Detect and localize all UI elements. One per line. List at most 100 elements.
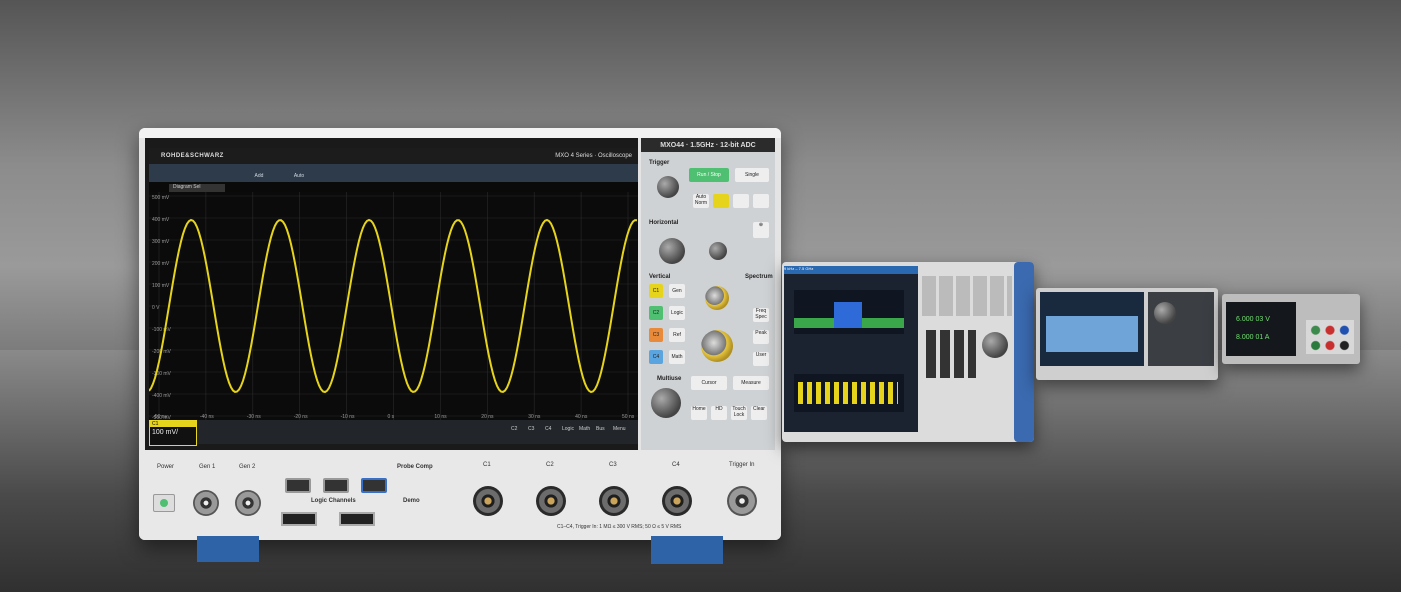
generator-screen bbox=[1040, 292, 1144, 366]
input-label-c1: C1 bbox=[483, 462, 491, 468]
cursor-button[interactable]: Cursor bbox=[691, 376, 727, 390]
scope-toolbar: UndoRedoHelpRecallAnnotateAdd SpectrumDe… bbox=[149, 164, 638, 203]
toolbar-add-spectrum[interactable]: Add Spectrum bbox=[249, 164, 270, 203]
trigger-in-connector[interactable] bbox=[727, 486, 757, 516]
spectrum-analyzer: 9 kHz – 7.5 GHz bbox=[782, 262, 1034, 442]
right-button-freq-spec[interactable]: Freq Spec bbox=[753, 308, 769, 322]
gen1-label: Gen 1 bbox=[199, 464, 216, 470]
control-panel: MXO44 · 1.5GHz · 12-bit ADC Trigger Run … bbox=[641, 138, 775, 450]
vertical-position-knob[interactable] bbox=[705, 286, 729, 310]
power-icon bbox=[160, 499, 168, 507]
bottom-button-touch-lock[interactable]: Touch Lock bbox=[731, 406, 747, 420]
power-button[interactable] bbox=[153, 494, 175, 512]
input-label-c2: C2 bbox=[546, 462, 554, 468]
source-button[interactable] bbox=[713, 194, 729, 208]
trigger-level-knob[interactable] bbox=[657, 176, 679, 198]
gen1-connector[interactable] bbox=[193, 490, 219, 516]
channel-button-c3[interactable]: C3 bbox=[649, 328, 663, 342]
y-tick-label: 0 V bbox=[152, 305, 160, 311]
generator-diagram bbox=[1046, 316, 1138, 352]
multiuse-knob[interactable] bbox=[651, 388, 681, 418]
generator-knob[interactable] bbox=[1154, 302, 1176, 324]
status-c4[interactable]: C4 bbox=[545, 426, 551, 432]
spectrum-title: Spectrum bbox=[745, 274, 773, 280]
slope-button[interactable] bbox=[733, 194, 749, 208]
psu-voltage: 6.000 03 V bbox=[1236, 316, 1270, 323]
logic-port-2[interactable] bbox=[339, 512, 375, 526]
usb-port-1[interactable] bbox=[285, 478, 311, 493]
status-logic[interactable]: Logic bbox=[562, 426, 574, 432]
gen2-connector[interactable] bbox=[235, 490, 261, 516]
scope-statusbar: C2 C3 C4 Logic Math Bus Menu bbox=[149, 420, 638, 444]
power-label: Power bbox=[157, 464, 175, 470]
right-button-peak[interactable]: Peak bbox=[753, 330, 769, 344]
bottom-button-hd[interactable]: HD bbox=[711, 406, 727, 420]
usb-port-3[interactable] bbox=[361, 478, 387, 493]
input-connector-c2[interactable] bbox=[536, 486, 566, 516]
psu-screen: 6.000 03 V 8.000 01 A bbox=[1226, 302, 1296, 356]
single-button[interactable]: Single bbox=[735, 168, 769, 182]
analyzer-key-grid[interactable] bbox=[922, 276, 1012, 316]
bottom-button-home[interactable]: Home bbox=[691, 406, 707, 420]
psu-terminals[interactable] bbox=[1306, 320, 1354, 354]
analyzer-keypad[interactable] bbox=[926, 330, 976, 378]
y-tick-label: 300 mV bbox=[152, 239, 170, 245]
horizontal-position-knob[interactable] bbox=[709, 242, 727, 260]
auto-norm-button[interactable]: Auto Norm bbox=[693, 194, 709, 208]
demo-label: Demo bbox=[403, 498, 420, 504]
status-math[interactable]: Math bbox=[579, 426, 590, 432]
oscilloscope: ROHDE&SCHWARZ MXO 4 Series · Oscilloscop… bbox=[139, 128, 781, 564]
side-button-gen[interactable]: Gen bbox=[669, 284, 685, 298]
model-bar: MXO44 · 1.5GHz · 12-bit ADC bbox=[641, 138, 775, 152]
y-tick-label: 200 mV bbox=[152, 261, 170, 267]
waveform-diagram[interactable]: 500 mV 400 mV 300 mV 200 mV 100 mV 0 V -100 mV… bbox=[148, 192, 638, 421]
zoom-button[interactable]: ⊕ bbox=[753, 222, 769, 238]
channel-button-c2[interactable]: C2 bbox=[649, 306, 663, 320]
measure-button[interactable]: Measure bbox=[733, 376, 769, 390]
vertical-scale-knob[interactable] bbox=[701, 330, 733, 362]
channel-button-c1[interactable]: C1 bbox=[649, 284, 663, 298]
power-supply: 6.000 03 V 8.000 01 A bbox=[1222, 294, 1360, 364]
channel-scale: 100 mV/ bbox=[152, 429, 179, 436]
analyzer-time-view bbox=[794, 374, 904, 412]
status-c3[interactable]: C3 bbox=[528, 426, 534, 432]
analyzer-readout: 9 kHz – 7.5 GHz bbox=[784, 266, 918, 274]
input-label-c4: C4 bbox=[672, 462, 680, 468]
zone-button[interactable] bbox=[753, 194, 769, 208]
run-stop-button[interactable]: Run / Stop bbox=[689, 168, 729, 182]
bottom-button-clear[interactable]: Clear bbox=[751, 406, 767, 420]
input-connector-c1[interactable] bbox=[473, 486, 503, 516]
analyzer-handle bbox=[1014, 262, 1034, 442]
front-panel: Power Gen 1 Gen 2 Logic Channels Probe C… bbox=[139, 450, 781, 540]
y-tick-label: 100 mV bbox=[152, 283, 170, 289]
horizontal-scale-knob[interactable] bbox=[659, 238, 685, 264]
input-connector-c3[interactable] bbox=[599, 486, 629, 516]
scope-screen[interactable]: ROHDE&SCHWARZ MXO 4 Series · Oscilloscop… bbox=[148, 148, 638, 446]
spectrum-peak bbox=[834, 302, 862, 328]
diagram-tab[interactable]: Diagram Sel bbox=[169, 184, 225, 192]
side-button-math[interactable]: Math bbox=[669, 350, 685, 364]
status-bus[interactable]: Bus bbox=[596, 426, 605, 432]
side-button-logic[interactable]: Logic bbox=[669, 306, 685, 320]
horizontal-title: Horizontal bbox=[649, 220, 679, 226]
side-button-ref[interactable]: Ref bbox=[669, 328, 685, 342]
waveform-svg: 500 mV 400 mV 300 mV 200 mV 100 mV 0 V -100 mV… bbox=[148, 192, 638, 421]
left-foot bbox=[197, 536, 259, 562]
y-tick-label: -400 mV bbox=[152, 393, 172, 399]
input-connector-c4[interactable] bbox=[662, 486, 692, 516]
channel-c1-label[interactable]: C1 100 mV/ bbox=[149, 420, 197, 446]
logic-port-1[interactable] bbox=[281, 512, 317, 526]
logic-channels-label: Logic Channels bbox=[311, 498, 356, 504]
right-button-user[interactable]: User bbox=[753, 352, 769, 366]
status-menu[interactable]: Menu bbox=[613, 426, 626, 432]
right-foot bbox=[651, 536, 723, 564]
channel-button-c4[interactable]: C4 bbox=[649, 350, 663, 364]
input-label-c3: C3 bbox=[609, 462, 617, 468]
signal-generator bbox=[1036, 288, 1218, 380]
y-tick-label: 400 mV bbox=[152, 217, 170, 223]
status-c2[interactable]: C2 bbox=[511, 426, 517, 432]
gen2-label: Gen 2 bbox=[239, 464, 256, 470]
toolbar-auto-cursor[interactable]: Auto Cursor bbox=[289, 164, 309, 203]
analyzer-knob[interactable] bbox=[982, 332, 1008, 358]
usb-port-2[interactable] bbox=[323, 478, 349, 493]
